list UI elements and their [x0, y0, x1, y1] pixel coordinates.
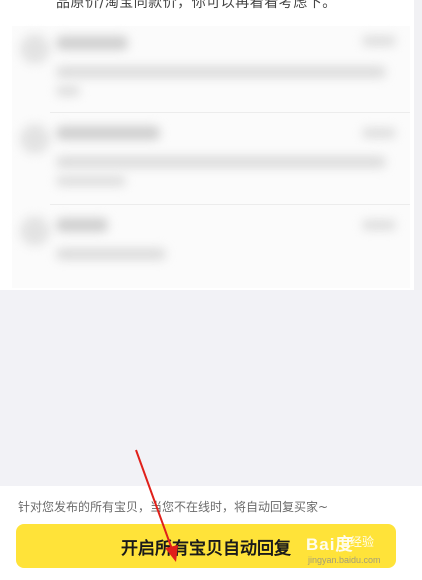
blurred-message-tail	[56, 86, 80, 96]
watermark-brand: Bai度	[306, 535, 354, 554]
list-item[interactable]	[12, 26, 410, 110]
list-item[interactable]	[12, 210, 410, 294]
avatar	[20, 216, 50, 246]
message-list-card: 品原价/淘宝同款价，你可以再看看考虑下。	[0, 0, 414, 290]
blurred-message	[56, 248, 166, 260]
blurred-time	[362, 36, 396, 46]
divider	[50, 204, 410, 205]
avatar	[20, 124, 50, 154]
avatar	[20, 34, 50, 64]
blurred-time	[362, 220, 396, 230]
divider	[50, 112, 410, 113]
auto-reply-hint: 针对您发布的所有宝贝，当您不在线时，将自动回复买家~	[18, 500, 329, 514]
blurred-time	[362, 128, 396, 138]
blurred-message	[56, 66, 386, 78]
blurred-name	[56, 36, 128, 50]
blurred-name	[56, 218, 108, 232]
blurred-message-list	[12, 26, 410, 288]
price-notice-text: 品原价/淘宝同款价，你可以再看看考虑下。	[56, 0, 337, 11]
blurred-name	[56, 126, 160, 140]
blurred-message-tail	[56, 176, 126, 186]
baidu-watermark: Bai度 经验 jingyan.baidu.com	[306, 522, 416, 574]
list-item[interactable]	[12, 118, 410, 202]
watermark-url: jingyan.baidu.com	[308, 555, 381, 565]
watermark-sub: 经验	[350, 535, 375, 549]
scroll-gutter	[414, 0, 422, 290]
blurred-message	[56, 156, 386, 168]
